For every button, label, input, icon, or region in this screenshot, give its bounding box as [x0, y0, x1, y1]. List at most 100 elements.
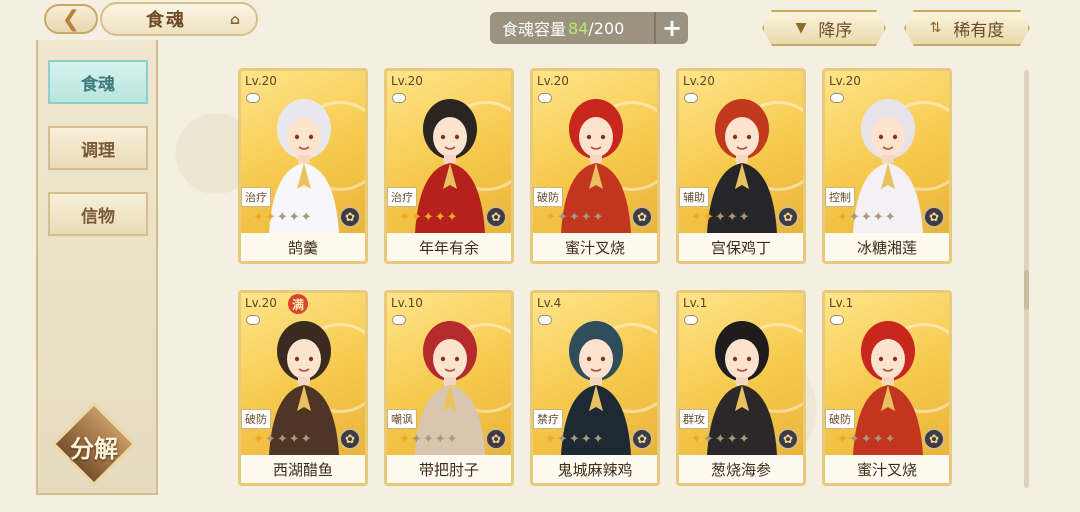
decompose-button[interactable]: 分解 [51, 401, 137, 487]
rarity-emblem-icon: ✿ [339, 206, 361, 228]
level-label: Lv.4 [537, 296, 562, 310]
food-soul-name: 冰糖湘莲 [825, 233, 949, 261]
star-icon: ✦ [691, 432, 702, 447]
star-rating: ✦ ✦ ✦ ✦ ✦ [691, 211, 750, 225]
star-icon: ✦ [837, 432, 848, 447]
rarity-emblem-icon: ✿ [777, 206, 799, 228]
food-soul-name: 宫保鸡丁 [679, 233, 803, 261]
star-icon: ✦ [872, 210, 884, 225]
sort-order-label: 降序 [818, 20, 853, 41]
rarity-emblem-icon: ✿ [631, 428, 653, 450]
star-icon: ✦ [410, 432, 422, 447]
star-icon: ✦ [568, 210, 580, 225]
sort-rarity-button[interactable]: ⇅ 稀有度 [904, 10, 1030, 46]
role-tag: 破防 [241, 409, 271, 429]
food-soul-card[interactable]: Lv.10 嘲讽 ✦ ✦ ✦ ✦ ✦ ✿ 带把肘子 [384, 290, 514, 486]
star-icon: ✦ [434, 210, 446, 225]
food-soul-card[interactable]: Lv.20 治疗 ✦ ✦ ✦ ✦ ✦ ✿ 鹄羹 [238, 68, 368, 264]
food-soul-card[interactable]: Lv.20 满 破防 ✦ ✦ ✦ ✦ ✦ ✿ 西湖醋鱼 [238, 290, 368, 486]
rarity-emblem-icon: ✿ [777, 428, 799, 450]
chat-bubble-icon [246, 93, 260, 103]
star-icon: ✦ [276, 210, 288, 225]
sidebar-item-cooking[interactable]: 调理 [48, 126, 148, 170]
food-soul-card[interactable]: Lv.20 治疗 ✦ ✦ ✦ ✦ ✦ ✿ 年年有余 [384, 68, 514, 264]
role-tag: 破防 [533, 187, 563, 207]
role-tag: 嘲讽 [387, 409, 417, 429]
food-soul-name: 蜜汁叉烧 [533, 233, 657, 261]
star-icon: ✦ [738, 210, 750, 225]
house-icon[interactable]: ⌂ [226, 12, 246, 28]
star-icon: ✦ [848, 432, 860, 447]
food-soul-card[interactable]: Lv.20 破防 ✦ ✦ ✦ ✦ ✦ ✿ 蜜汁叉烧 [530, 68, 660, 264]
chat-bubble-icon [830, 315, 844, 325]
star-icon: ✦ [580, 432, 592, 447]
food-soul-card[interactable]: Lv.20 控制 ✦ ✦ ✦ ✦ ✦ ✿ 冰糖湘莲 [822, 68, 952, 264]
star-icon: ✦ [446, 432, 458, 447]
star-icon: ✦ [556, 210, 568, 225]
star-rating: ✦ ✦ ✦ ✦ ✦ [691, 433, 750, 447]
role-tag: 控制 [825, 187, 855, 207]
top-bar: ❮ 食魂 ⌂ 食魂容量 84 /200 + ▼ 降序 ⇅ 稀有度 [0, 0, 1080, 40]
star-rating: ✦ ✦ ✦ ✦ ✦ [837, 211, 896, 225]
star-rating: ✦ ✦ ✦ ✦ ✦ [545, 433, 604, 447]
food-soul-card[interactable]: Lv.20 辅助 ✦ ✦ ✦ ✦ ✦ ✿ 宫保鸡丁 [676, 68, 806, 264]
triangle-down-icon: ▼ [795, 20, 807, 36]
add-capacity-button[interactable]: + [654, 12, 688, 44]
food-soul-name: 年年有余 [387, 233, 511, 261]
star-icon: ✦ [300, 210, 312, 225]
star-icon: ✦ [860, 432, 872, 447]
sidebar-item-label: 调理 [81, 140, 115, 161]
star-icon: ✦ [714, 210, 726, 225]
chat-bubble-icon [684, 315, 698, 325]
level-label: Lv.1 [683, 296, 708, 310]
star-icon: ✦ [726, 432, 738, 447]
star-icon: ✦ [702, 210, 714, 225]
sort-rarity-label: 稀有度 [953, 20, 1005, 41]
sort-arrows-icon: ⇅ [929, 20, 942, 36]
star-icon: ✦ [545, 210, 556, 225]
food-soul-card[interactable]: Lv.1 破防 ✦ ✦ ✦ ✦ ✦ ✿ 蜜汁叉烧 [822, 290, 952, 486]
star-rating: ✦ ✦ ✦ ✦ ✦ [399, 211, 458, 225]
star-icon: ✦ [264, 432, 276, 447]
star-rating: ✦ ✦ ✦ ✦ ✦ [837, 433, 896, 447]
food-soul-name: 蜜汁叉烧 [825, 455, 949, 483]
scrollbar-thumb[interactable] [1024, 270, 1029, 310]
star-icon: ✦ [288, 432, 300, 447]
scrollbar[interactable] [1024, 70, 1029, 488]
star-icon: ✦ [580, 210, 592, 225]
star-icon: ✦ [726, 210, 738, 225]
sort-order-button[interactable]: ▼ 降序 [762, 10, 886, 46]
star-icon: ✦ [884, 432, 896, 447]
food-soul-card[interactable]: Lv.1 群攻 ✦ ✦ ✦ ✦ ✦ ✿ 葱烧海参 [676, 290, 806, 486]
star-rating: ✦ ✦ ✦ ✦ ✦ [253, 211, 312, 225]
decompose-label: 分解 [70, 434, 118, 463]
star-icon: ✦ [860, 210, 872, 225]
level-label: Lv.20 [537, 74, 569, 88]
sidebar-item-label: 食魂 [81, 74, 115, 95]
star-icon: ✦ [691, 210, 702, 225]
star-icon: ✦ [264, 210, 276, 225]
level-label: Lv.20 [683, 74, 715, 88]
chat-bubble-icon [246, 315, 260, 325]
food-soul-card[interactable]: Lv.4 禁疗 ✦ ✦ ✦ ✦ ✦ ✿ 鬼城麻辣鸡 [530, 290, 660, 486]
role-tag: 治疗 [387, 187, 417, 207]
chat-bubble-icon [538, 315, 552, 325]
capacity-display: 食魂容量 84 /200 + [490, 12, 688, 44]
level-label: Lv.20 [391, 74, 423, 88]
chat-bubble-icon [538, 93, 552, 103]
level-label: Lv.20 [829, 74, 861, 88]
star-icon: ✦ [434, 432, 446, 447]
sidebar-item-token[interactable]: 信物 [48, 192, 148, 236]
rarity-emblem-icon: ✿ [485, 206, 507, 228]
star-icon: ✦ [253, 432, 264, 447]
star-icon: ✦ [399, 210, 410, 225]
star-icon: ✦ [422, 210, 434, 225]
role-tag: 禁疗 [533, 409, 563, 429]
rarity-emblem-icon: ✿ [339, 428, 361, 450]
role-tag: 群攻 [679, 409, 709, 429]
sidebar-item-food-soul[interactable]: 食魂 [48, 60, 148, 104]
star-icon: ✦ [872, 432, 884, 447]
back-button[interactable]: ❮ [44, 4, 98, 34]
rarity-emblem-icon: ✿ [631, 206, 653, 228]
role-tag: 破防 [825, 409, 855, 429]
